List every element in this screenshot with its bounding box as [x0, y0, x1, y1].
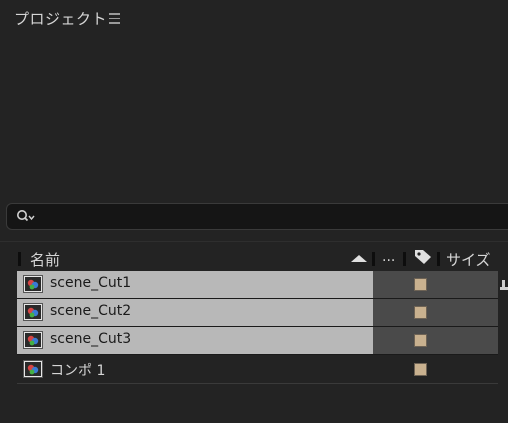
panel-title[interactable]: プロジェクト — [14, 8, 107, 29]
name-cell[interactable]: コンポ 1 — [17, 356, 373, 383]
search-icon[interactable] — [16, 209, 36, 225]
item-label: scene_Cut1 — [50, 275, 132, 291]
item-label: コンポ 1 — [50, 363, 106, 379]
row-divider — [17, 383, 498, 384]
project-item-row[interactable]: コンポ 1 — [0, 356, 498, 384]
search-bar[interactable] — [6, 203, 508, 230]
composition-icon — [23, 331, 43, 349]
item-label: scene_Cut2 — [50, 303, 132, 319]
row-divider — [17, 354, 498, 355]
name-cell[interactable]: scene_Cut2 — [17, 299, 373, 326]
panel-header: プロジェクト — [0, 0, 508, 38]
project-item-row[interactable]: scene_Cut3 — [0, 327, 498, 355]
column-divider[interactable] — [403, 252, 406, 266]
panel-menu-icon[interactable] — [109, 13, 120, 24]
composition-icon — [23, 360, 43, 378]
column-divider[interactable] — [437, 252, 440, 266]
drag-handle-icon[interactable] — [500, 279, 508, 291]
label-color-swatch[interactable] — [414, 278, 427, 291]
divider — [0, 241, 508, 242]
composition-icon — [23, 275, 43, 293]
name-cell[interactable]: scene_Cut3 — [17, 327, 373, 354]
column-more-header[interactable]: ... — [382, 249, 395, 265]
search-input[interactable] — [41, 208, 505, 228]
item-columns — [373, 299, 498, 326]
column-size-header[interactable]: サイズ — [446, 249, 491, 270]
column-header: 名前 ... サイズ — [0, 247, 508, 271]
label-color-swatch[interactable] — [414, 363, 427, 376]
name-cell[interactable]: scene_Cut1 — [17, 271, 373, 298]
column-name-header[interactable]: 名前 — [30, 249, 60, 270]
item-columns — [373, 327, 498, 354]
label-tag-icon[interactable] — [414, 249, 432, 265]
project-panel: プロジェクト 名前 ... サイズ scene_Cut1 scene_Cut2 … — [0, 0, 508, 423]
column-divider[interactable] — [372, 252, 375, 266]
preview-area — [0, 38, 508, 200]
sort-ascending-icon[interactable] — [351, 255, 367, 262]
item-label: scene_Cut3 — [50, 331, 132, 347]
item-columns — [373, 271, 498, 298]
item-columns — [373, 356, 498, 383]
column-divider[interactable] — [18, 252, 21, 266]
project-item-row[interactable]: scene_Cut2 — [0, 299, 498, 327]
composition-icon — [23, 303, 43, 321]
project-item-row[interactable]: scene_Cut1 — [0, 271, 498, 299]
label-color-swatch[interactable] — [414, 306, 427, 319]
label-color-swatch[interactable] — [414, 334, 427, 347]
